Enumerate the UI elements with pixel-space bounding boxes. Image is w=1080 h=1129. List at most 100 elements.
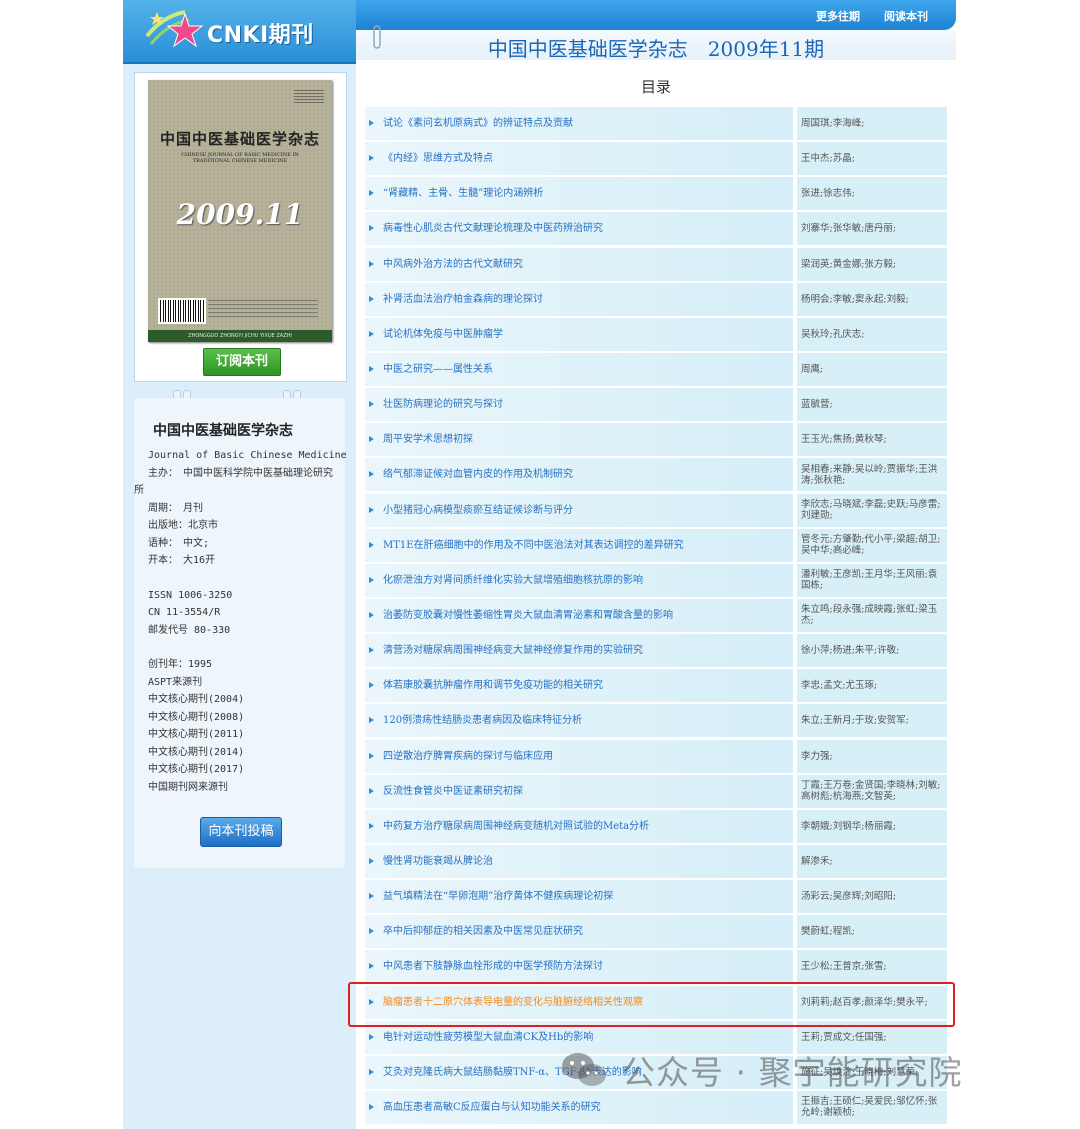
star-logo-icon — [145, 10, 204, 48]
article-authors-cell: 刘寨华;张华敏;唐丹丽; — [797, 212, 947, 246]
journal-cover-image[interactable]: 中国中医基础医学杂志 CHINESE JOURNAL OF BASIC MEDI… — [148, 80, 332, 342]
article-authors-cell: 汤彩云;吴彦辉;刘昭阳; — [797, 880, 947, 914]
article-title-cell[interactable]: 试论机体免疫与中医肿瘤学 — [365, 317, 793, 351]
article-title-link[interactable]: 化瘀泄浊方对肾间质纤维化实验大鼠增殖细胞核抗原的影响 — [383, 564, 643, 597]
article-row: 补肾活血法治疗帕金森病的理论探讨 杨明会;李敏;窦永起;刘毅; — [365, 282, 947, 318]
article-title-link[interactable]: 120例溃疡性结肠炎患者病因及临床特征分析 — [383, 704, 582, 737]
article-title-cell[interactable]: 《内经》思维方式及特点 — [365, 142, 793, 176]
article-title-link[interactable]: 试论机体免疫与中医肿瘤学 — [383, 318, 503, 351]
article-title-link[interactable]: 体若康胶囊抗肿瘤作用和调节免疫功能的相关研究 — [383, 669, 603, 702]
article-title-link[interactable]: 慢性肾功能衰竭从脾论治 — [383, 845, 493, 878]
article-title-cell[interactable]: 病毒性心肌炎古代文献理论梳理及中医药辨治研究 — [365, 212, 793, 246]
article-title-cell[interactable]: 小型猪冠心病模型痰瘀互结证候诊断与评分 — [365, 493, 793, 527]
article-authors-cell: 张进;徐志伟; — [797, 177, 947, 211]
info-line: Journal of Basic Chinese Medicine — [148, 450, 347, 461]
article-authors: 李力强; — [801, 750, 833, 762]
article-authors: 王玉光;焦扬;黄秋琴; — [801, 434, 887, 446]
article-title-link[interactable]: 四逆散治疗脾胃疾病的探讨与临床应用 — [383, 740, 553, 773]
watermark-text: 公众号 · 聚宇能研究院 — [622, 1053, 963, 1092]
info-line: 中文核心期刊(2017) — [148, 764, 245, 775]
triangle-bullet-icon — [369, 822, 374, 829]
article-authors-cell: 周国琪;李海峰; — [797, 107, 947, 140]
article-title-link[interactable]: 中风患者下肢静脉血栓形成的中医学预防方法探讨 — [383, 950, 603, 983]
article-authors-cell: 吴秋玲;孔庆志; — [797, 317, 947, 351]
article-title-link[interactable]: 卒中后抑郁症的相关因素及中医常见症状研究 — [383, 915, 583, 948]
article-authors-cell: 周鹰; — [797, 352, 947, 386]
article-row: 四逆散治疗脾胃疾病的探讨与临床应用 李力强; — [365, 739, 947, 775]
postal-code-line: 邮发代号 80-330 — [148, 624, 231, 636]
article-title-cell[interactable]: 壮医防病理论的研究与探讨 — [365, 388, 793, 422]
article-row: 小型猪冠心病模型痰瘀互结证候诊断与评分 李欣志;马晓斌;李磊;史跃;马彦雷;刘建勋… — [365, 493, 947, 529]
article-authors-cell: 潘利敏;王彦凯;王月华;王风丽;袁国栋; — [797, 563, 947, 597]
article-title-cell[interactable]: 清营汤对糖尿病周围神经病变大鼠神经修复作用的实验研究 — [365, 634, 793, 668]
article-title-cell[interactable]: 治萎防变胶囊对慢性萎缩性胃炎大鼠血清胃泌素和胃酸含量的影响 — [365, 598, 793, 632]
article-title-link[interactable]: 壮医防病理论的研究与探讨 — [383, 388, 503, 421]
info-line: ASPT来源刊 — [148, 676, 203, 688]
article-title-cell[interactable]: 益气填精法在“早卵泡期”治疗黄体不健疾病理论初探 — [365, 880, 793, 914]
subscribe-button[interactable]: 订阅本刊 — [203, 348, 281, 376]
article-title-cell[interactable]: 中医之研究——属性关系 — [365, 352, 793, 386]
article-title-cell[interactable]: 120例溃疡性结肠炎患者病因及临床特征分析 — [365, 704, 793, 738]
cover-publisher-lines — [208, 300, 318, 318]
article-title-link[interactable]: 治萎防变胶囊对慢性萎缩性胃炎大鼠血清胃泌素和胃酸含量的影响 — [383, 599, 673, 632]
article-title-link[interactable]: 中药复方治疗糖尿病周围神经病变随机对照试验的Meta分析 — [383, 810, 649, 843]
triangle-bullet-icon — [369, 365, 374, 372]
article-row: 反流性食管炎中医证素研究初探 丁霞;王万卷;金贤国;李晓林;刘敏;高树彪;杭海燕;… — [365, 774, 947, 810]
article-row: 周平安学术思想初探 王玉光;焦扬;黄秋琴; — [365, 423, 947, 458]
article-row: 120例溃疡性结肠炎患者病因及临床特征分析 朱立;王新月;于玫;安贺军; — [365, 704, 947, 739]
article-authors-cell: 丁霞;王万卷;金贤国;李晓林;刘敏;高树彪;杭海燕;文智英; — [797, 774, 947, 808]
article-title-cell[interactable]: 化瘀泄浊方对肾间质纤维化实验大鼠增殖细胞核抗原的影响 — [365, 563, 793, 597]
article-title-cell[interactable]: 四逆散治疗脾胃疾病的探讨与临床应用 — [365, 739, 793, 773]
article-title-cell[interactable]: 卒中后抑郁症的相关因素及中医常见症状研究 — [365, 915, 793, 949]
article-title-link[interactable]: 周平安学术思想初探 — [383, 423, 473, 456]
article-title-cell[interactable]: 试论《素问玄机原病式》的辨证特点及贡献 — [365, 107, 793, 140]
article-title-cell[interactable]: 体若康胶囊抗肿瘤作用和调节免疫功能的相关研究 — [365, 669, 793, 703]
article-row: 试论机体免疫与中医肿瘤学 吴秋玲;孔庆志; — [365, 317, 947, 353]
article-authors: 蓝毓营; — [801, 399, 833, 411]
article-title-link[interactable]: 中风病外治方法的古代文献研究 — [383, 248, 523, 281]
article-title-cell[interactable]: 中风病外治方法的古代文献研究 — [365, 247, 793, 281]
triangle-bullet-icon — [369, 1068, 374, 1075]
article-title-cell[interactable]: 络气郁滞证候对血管内皮的作用及机制研究 — [365, 458, 793, 492]
article-title-link[interactable]: 补肾活血法治疗帕金森病的理论探讨 — [383, 283, 543, 316]
article-title-link[interactable]: 《内经》思维方式及特点 — [383, 142, 493, 175]
triangle-bullet-icon — [369, 506, 374, 513]
article-title-link[interactable]: MT1E在肝癌细胞中的作用及不同中医治法对其表达调控的差异研究 — [383, 529, 684, 562]
article-title-link[interactable]: 中医之研究——属性关系 — [383, 353, 493, 386]
more-issues-link[interactable]: 更多往期 — [816, 8, 860, 24]
info-line: 出版地：北京市 — [148, 520, 218, 531]
article-title-link[interactable]: 试论《素问玄机原病式》的辨证特点及贡献 — [383, 107, 573, 140]
cnki-logo-text: CNKI期刊 — [207, 23, 314, 48]
article-authors: 李忠;孟文;尤玉琢; — [801, 680, 878, 692]
article-title-link[interactable]: 益气填精法在“早卵泡期”治疗黄体不健疾病理论初探 — [383, 880, 613, 913]
submit-manuscript-button[interactable]: 向本刊投稿 — [200, 817, 282, 847]
article-title-cell[interactable]: 周平安学术思想初探 — [365, 423, 793, 457]
article-title-cell[interactable]: “肾藏精、主骨、生髓”理论内涵辨析 — [365, 177, 793, 211]
article-title-cell[interactable]: 反流性食管炎中医证素研究初探 — [365, 774, 793, 808]
article-row: 壮医防病理论的研究与探讨 蓝毓营; — [365, 388, 947, 423]
article-title-cell[interactable]: 中药复方治疗糖尿病周围神经病变随机对照试验的Meta分析 — [365, 809, 793, 843]
article-title-cell[interactable]: 慢性肾功能衰竭从脾论治 — [365, 844, 793, 878]
article-title-link[interactable]: 清营汤对糖尿病周围神经病变大鼠神经修复作用的实验研究 — [383, 634, 643, 667]
article-row: “肾藏精、主骨、生髓”理论内涵辨析 张进;徐志伟; — [365, 177, 947, 212]
triangle-bullet-icon — [369, 401, 374, 408]
article-title-cell[interactable]: 中风患者下肢静脉血栓形成的中医学预防方法探讨 — [365, 950, 793, 984]
article-title-link[interactable]: 反流性食管炎中医证素研究初探 — [383, 775, 523, 808]
triangle-bullet-icon — [369, 225, 374, 232]
article-title-cell[interactable]: MT1E在肝癌细胞中的作用及不同中医治法对其表达调控的差异研究 — [365, 528, 793, 562]
article-row: 中风患者下肢静脉血栓形成的中医学预防方法探讨 王少松;王普京;张雪; — [365, 950, 947, 985]
article-title-link[interactable]: 病毒性心肌炎古代文献理论梳理及中医药辨治研究 — [383, 212, 603, 245]
article-title-cell[interactable]: 补肾活血法治疗帕金森病的理论探讨 — [365, 282, 793, 316]
article-row: 慢性肾功能衰竭从脾论治 解渗禾; — [365, 844, 947, 880]
article-row: 卒中后抑郁症的相关因素及中医常见症状研究 樊蔚虹;程凯; — [365, 915, 947, 950]
article-title-link[interactable]: 络气郁滞证候对血管内皮的作用及机制研究 — [383, 458, 573, 491]
article-title-link[interactable]: 小型猪冠心病模型痰瘀互结证候诊断与评分 — [383, 494, 573, 527]
triangle-bullet-icon — [369, 647, 374, 654]
triangle-bullet-icon — [369, 928, 374, 935]
article-authors-cell: 朱立鸣;段永强;成映霞;张虹;梁玉杰; — [797, 598, 947, 632]
article-authors-cell: 蓝毓营; — [797, 388, 947, 422]
article-title-link[interactable]: “肾藏精、主骨、生髓”理论内涵辨析 — [383, 177, 543, 210]
read-issue-link[interactable]: 阅读本刊 — [884, 8, 928, 24]
cnki-logo-bar[interactable]: CNKI期刊 — [123, 0, 356, 64]
